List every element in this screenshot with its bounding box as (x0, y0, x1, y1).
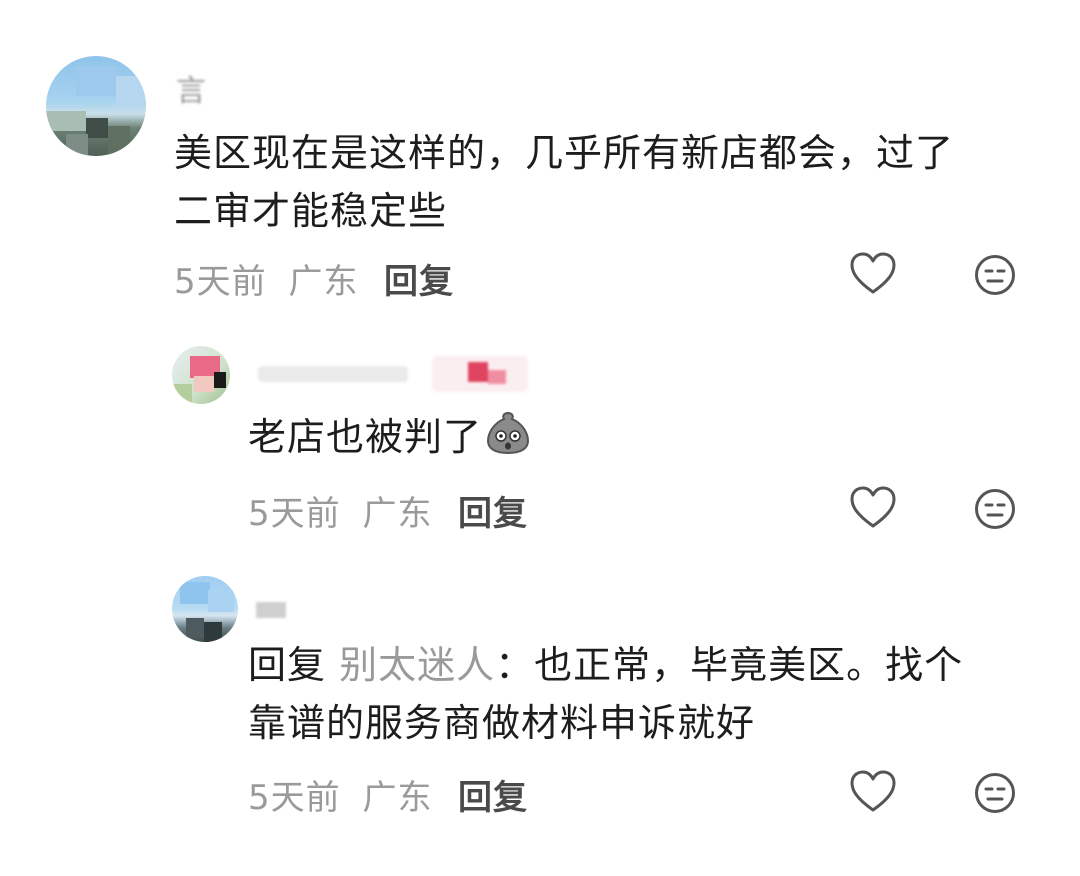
avatar[interactable] (46, 56, 146, 156)
comment-text-part: 也正常，毕竟美区。找个 (534, 643, 964, 687)
comment-text-line-2: 靠谱的服务商做材料申诉就好 (248, 701, 756, 745)
comment-meta: 5天前 广东 (174, 254, 358, 303)
reply-button[interactable]: 回复 (384, 254, 454, 303)
comment-text: 美区现在是这样的，几乎所有新店都会，过了 二审才能稳定些 (174, 124, 954, 240)
reply-button[interactable]: 回复 (458, 770, 528, 819)
location: 广东 (288, 262, 359, 302)
username[interactable]: 言 (176, 66, 206, 110)
reply-button[interactable]: 回复 (458, 486, 528, 535)
avatar[interactable] (172, 576, 238, 642)
avatar[interactable] (172, 346, 230, 404)
timestamp: 5天前 (248, 778, 341, 818)
username[interactable] (258, 362, 428, 384)
reply-prefix: 回复 (248, 643, 327, 687)
neutral-face-icon[interactable] (974, 772, 1016, 814)
comment-meta: 5天前 广东 (248, 486, 432, 535)
comment-text-line-1: 回复 别太迷人：也正常，毕竟美区。找个 (248, 636, 963, 694)
username[interactable] (256, 584, 296, 624)
comment-text-line-2: 二审才能稳定些 (174, 189, 448, 233)
comment-text-content: 老店也被判了 (248, 415, 483, 459)
comment-text-line-1: 美区现在是这样的，几乎所有新店都会，过了 (174, 131, 955, 175)
reply-target-username[interactable]: 别太迷人 (339, 643, 495, 687)
comment-text: 老店也被判了 (248, 408, 532, 471)
shocked-bag-emoji-icon (484, 409, 532, 471)
heart-icon[interactable] (850, 486, 896, 530)
colon: ： (495, 643, 535, 687)
location: 广东 (362, 494, 433, 534)
neutral-face-icon[interactable] (974, 488, 1016, 530)
badge (432, 356, 528, 392)
comment-meta: 5天前 广东 (248, 770, 432, 819)
comment-text: 回复 别太迷人：也正常，毕竟美区。找个 靠谱的服务商做材料申诉就好 (248, 636, 963, 752)
heart-icon[interactable] (850, 252, 896, 296)
location: 广东 (362, 778, 433, 818)
heart-icon[interactable] (850, 770, 896, 814)
neutral-face-icon[interactable] (974, 254, 1016, 296)
timestamp: 5天前 (174, 262, 267, 302)
timestamp: 5天前 (248, 494, 341, 534)
